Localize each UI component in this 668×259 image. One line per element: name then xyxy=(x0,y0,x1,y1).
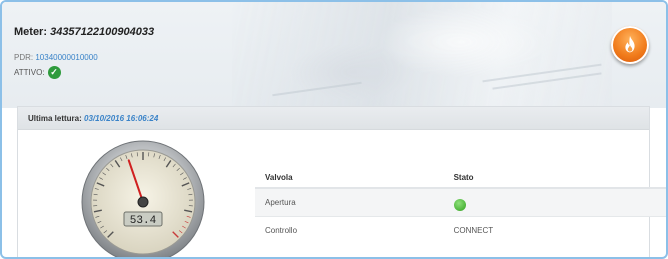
last-reading-date: 03/10/2016 16:06:24 xyxy=(84,114,159,123)
column-header-stato: Stato xyxy=(443,167,666,189)
flame-icon xyxy=(611,26,649,64)
meter-label: Meter: xyxy=(14,26,48,38)
pdr-line: PDR: 10340000010000 xyxy=(14,53,98,62)
column-header-valvola: Valvola xyxy=(255,167,444,189)
valve-table-header: Valvola Stato xyxy=(255,167,666,189)
row-state-controllo: CONNECT xyxy=(443,215,666,244)
pdr-value[interactable]: 10340000010000 xyxy=(35,53,97,62)
meter-title: Meter: 34357122100904033 xyxy=(14,26,154,38)
attivo-label: ATTIVO: xyxy=(14,68,45,77)
meter-number: 34357122100904033 xyxy=(50,26,155,38)
last-reading-header: Ultima lettura: 03/10/2016 16:06:24 xyxy=(18,107,649,130)
check-circle-icon: ✓ xyxy=(47,66,61,79)
last-reading-label: Ultima lettura: xyxy=(28,114,82,123)
row-name-controllo: Controllo xyxy=(255,215,444,244)
table-row: Controllo CONNECT xyxy=(255,215,666,244)
meter-header: Meter: 34357122100904033 PDR: 1034000001… xyxy=(2,2,666,108)
meter-card: Meter: 34357122100904033 PDR: 1034000001… xyxy=(0,0,668,259)
gauge-readout: 53.4 xyxy=(130,215,157,227)
attivo-status: ATTIVO: ✓ xyxy=(14,66,61,79)
green-dot-icon xyxy=(453,199,466,212)
header-background-image xyxy=(232,2,612,108)
pressure-gauge: 53.4 xyxy=(80,139,206,257)
row-state-apertura xyxy=(443,187,666,216)
pdr-label: PDR: xyxy=(14,53,34,62)
row-name-apertura: Apertura xyxy=(255,187,444,216)
table-row: Apertura xyxy=(255,187,666,216)
valve-table: Valvola Stato Apertura Controllo CONNECT xyxy=(255,167,666,244)
reading-panel: Ultima lettura: 03/10/2016 16:06:24 53.4… xyxy=(17,106,666,257)
